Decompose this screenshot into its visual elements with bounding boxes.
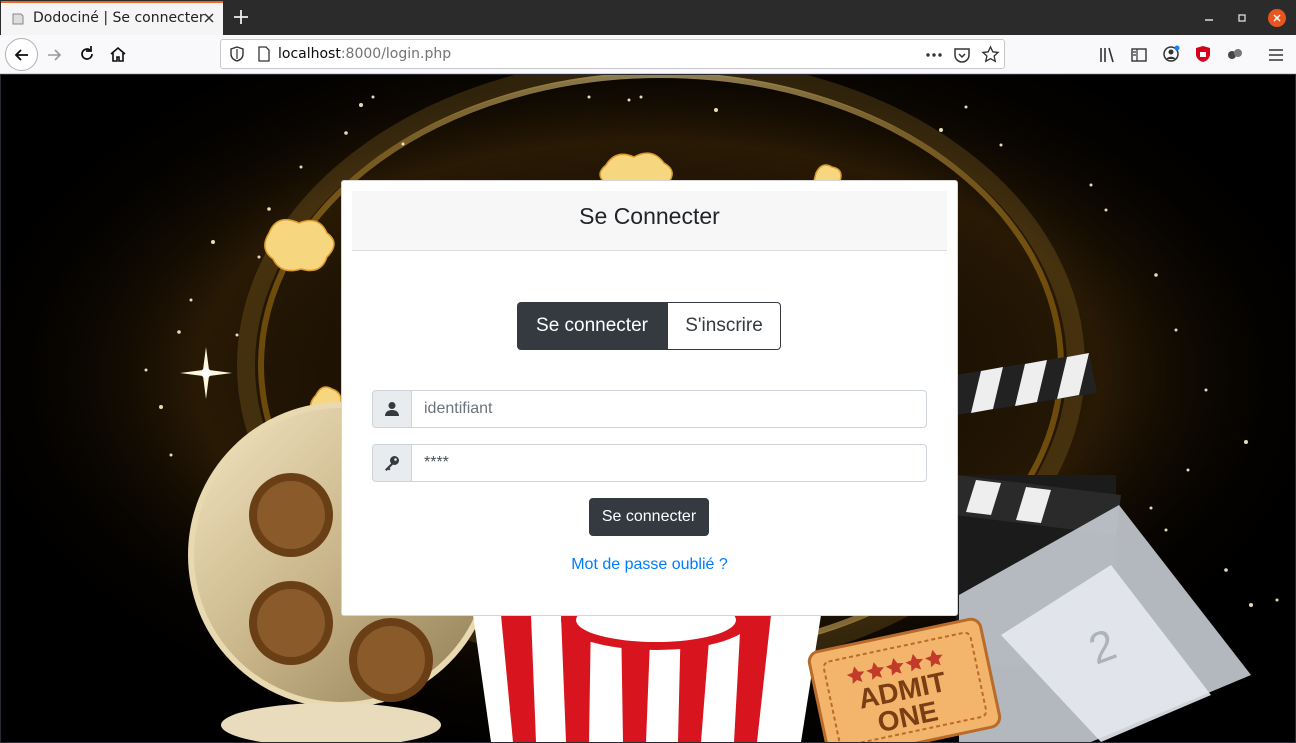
back-button[interactable] [5, 38, 38, 71]
password-input[interactable] [412, 444, 927, 482]
ublock-shield-icon[interactable] [1194, 45, 1212, 63]
tab-title: Dodociné | Se connecter [33, 10, 205, 26]
sidebar-icon[interactable] [1130, 46, 1148, 64]
key-icon [385, 456, 399, 471]
page-info-icon[interactable] [256, 46, 272, 62]
bookmark-star-icon[interactable] [981, 45, 1000, 64]
register-tab-button[interactable]: S'inscrire [667, 302, 781, 350]
close-window-icon[interactable] [1268, 9, 1286, 27]
forward-icon[interactable] [45, 46, 63, 64]
arrow-left-icon [14, 49, 28, 61]
minimize-icon[interactable] [1201, 10, 1217, 26]
address-bar[interactable]: localhost:8000/login.php [220, 39, 1005, 69]
browser-tab[interactable]: Dodociné | Se connecter [1, 1, 223, 35]
extension-icon[interactable] [1226, 45, 1244, 63]
navigation-toolbar: localhost:8000/login.php [0, 35, 1296, 74]
pocket-icon[interactable] [953, 46, 971, 64]
browser-tab-strip: Dodociné | Se connecter [0, 0, 1296, 35]
password-input-group [372, 444, 927, 482]
close-tab-icon[interactable] [201, 10, 217, 26]
shield-icon[interactable] [229, 46, 245, 62]
password-addon [372, 444, 412, 482]
url-host: localhost [278, 46, 341, 62]
library-icon[interactable] [1098, 46, 1116, 64]
username-input-group [372, 390, 927, 428]
hamburger-menu-icon[interactable] [1267, 46, 1285, 64]
login-submit-button[interactable]: Se connecter [589, 498, 709, 536]
url-path: :8000/login.php [340, 46, 452, 62]
account-icon[interactable] [1162, 45, 1180, 63]
username-addon [372, 390, 412, 428]
home-icon[interactable] [109, 45, 127, 63]
forgot-password-link[interactable]: Mot de passe oublié ? [342, 556, 957, 574]
login-tab-button[interactable]: Se connecter [517, 302, 667, 350]
auth-mode-toggle: Se connecter S'inscrire [517, 302, 781, 350]
url-text: localhost:8000/login.php [278, 46, 451, 62]
reload-icon[interactable] [78, 45, 96, 63]
page-viewport: 2 ADMIT ONE Se Connecter Se connecter S'… [1, 75, 1295, 742]
page-title: Se Connecter [579, 203, 720, 229]
new-tab-icon[interactable] [232, 8, 250, 26]
more-actions-icon[interactable] [925, 47, 943, 63]
restore-icon[interactable] [1234, 10, 1250, 26]
login-card: Se Connecter Se connecter S'inscrire ide… [341, 180, 958, 616]
username-input[interactable] [412, 390, 927, 428]
card-header: Se Connecter [352, 191, 947, 251]
page-favicon-icon [12, 13, 24, 25]
user-icon [385, 402, 399, 416]
